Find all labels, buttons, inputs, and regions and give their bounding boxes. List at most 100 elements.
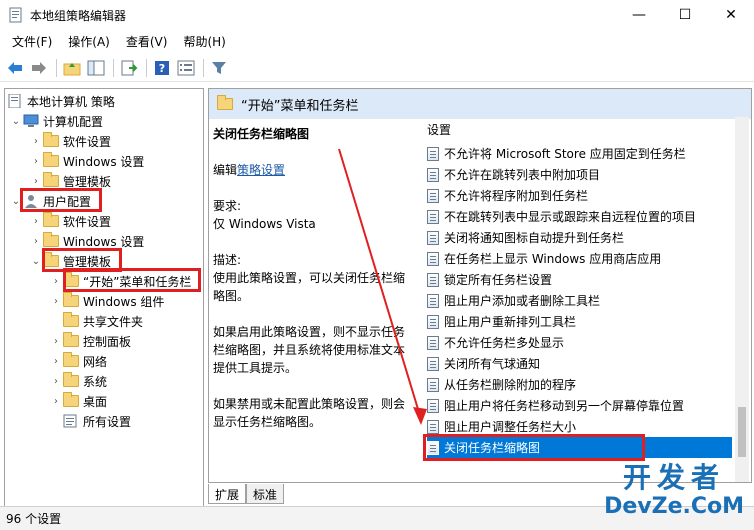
tree-label: 软件设置 bbox=[63, 214, 112, 229]
setting-row[interactable]: 锁定所有任务栏设置 bbox=[427, 269, 732, 290]
setting-label: 不允许任务栏多处显示 bbox=[444, 336, 565, 350]
menu-action[interactable]: 操作(A) bbox=[60, 33, 118, 50]
minimize-button[interactable]: — bbox=[616, 0, 662, 30]
requirements-value: 仅 Windows Vista bbox=[213, 217, 316, 231]
policy-icon bbox=[7, 93, 23, 109]
tree-item-uc-software[interactable]: › 软件设置 bbox=[29, 211, 111, 231]
tree-item-control-panel[interactable]: › 控制面板 bbox=[49, 331, 131, 351]
chevron-right-icon[interactable]: › bbox=[29, 231, 43, 251]
watermark-bottom: DevZe.CoM bbox=[604, 494, 744, 519]
scroll-thumb[interactable] bbox=[738, 407, 746, 457]
details-header: “开始”菜单和任务栏 bbox=[209, 89, 751, 119]
close-button[interactable]: ✕ bbox=[708, 0, 754, 30]
tree-label: 本地计算机 策略 bbox=[27, 94, 115, 109]
setting-row[interactable]: 阻止用户将任务栏移动到另一个屏幕停靠位置 bbox=[427, 395, 732, 416]
edit-policy-link[interactable]: 策略设置 bbox=[237, 163, 285, 177]
folder-icon bbox=[63, 352, 79, 368]
help-icon[interactable]: ? bbox=[151, 57, 173, 79]
menu-bar: 文件(F) 操作(A) 查看(V) 帮助(H) bbox=[0, 30, 754, 52]
back-arrow-icon[interactable] bbox=[4, 57, 26, 79]
computer-icon bbox=[23, 114, 39, 128]
tree-item-shared-folders[interactable]: 共享文件夹 bbox=[63, 311, 143, 331]
setting-label: 在任务栏上显示 Windows 应用商店应用 bbox=[444, 252, 662, 266]
chevron-right-icon[interactable]: › bbox=[49, 271, 63, 291]
folder-icon bbox=[63, 392, 79, 408]
requirements-label: 要求: bbox=[213, 199, 242, 213]
chevron-down-icon[interactable]: ⌄ bbox=[29, 251, 43, 271]
setting-row[interactable]: 阻止用户添加或者删除工具栏 bbox=[427, 290, 732, 311]
all-settings-icon bbox=[63, 414, 79, 428]
tree-item-network[interactable]: › 网络 bbox=[49, 351, 107, 371]
settings-column-header[interactable]: 设置 bbox=[427, 121, 451, 138]
export-list-icon[interactable] bbox=[118, 57, 140, 79]
setting-row[interactable]: 不允许任务栏多处显示 bbox=[427, 332, 732, 353]
settings-list[interactable]: 设置 不允许将 Microsoft Store 应用固定到任务栏 不允许在跳转列表… bbox=[419, 117, 749, 482]
tree-pane[interactable]: 本地计算机 策略 ⌄ 计算机配置 › 软件设置 › Windows 设置 › 管… bbox=[4, 88, 204, 508]
tree-item-cc-windows[interactable]: › Windows 设置 bbox=[29, 151, 144, 171]
menu-file[interactable]: 文件(F) bbox=[4, 33, 60, 50]
folder-up-icon[interactable] bbox=[61, 57, 83, 79]
show-hide-tree-icon[interactable] bbox=[85, 57, 107, 79]
status-count: 96 个设置 bbox=[6, 512, 62, 526]
setting-label: 不允许将程序附加到任务栏 bbox=[444, 189, 589, 203]
policy-editor-icon bbox=[8, 7, 24, 23]
maximize-button[interactable]: ☐ bbox=[662, 0, 708, 30]
chevron-right-icon[interactable]: › bbox=[29, 151, 43, 171]
setting-row[interactable]: 从任务栏删除附加的程序 bbox=[427, 374, 732, 395]
forward-arrow-icon[interactable] bbox=[28, 57, 50, 79]
folder-icon bbox=[63, 292, 79, 308]
setting-label: 从任务栏删除附加的程序 bbox=[444, 378, 577, 392]
tree-item-system[interactable]: › 系统 bbox=[49, 371, 107, 391]
tree-label: 网络 bbox=[83, 354, 108, 369]
chevron-right-icon[interactable]: › bbox=[49, 291, 63, 311]
chevron-right-icon[interactable]: › bbox=[49, 331, 63, 351]
policy-setting-icon bbox=[427, 398, 439, 413]
setting-row[interactable]: 关闭所有气球通知 bbox=[427, 353, 732, 374]
folder-icon bbox=[63, 312, 79, 328]
chevron-right-icon[interactable]: › bbox=[49, 371, 63, 391]
tree-item-windows-components[interactable]: › Windows 组件 bbox=[49, 291, 164, 311]
setting-row[interactable]: 关闭将通知图标自动提升到任务栏 bbox=[427, 227, 732, 248]
tree-label: Windows 设置 bbox=[63, 234, 145, 249]
chevron-down-icon[interactable]: ⌄ bbox=[9, 111, 23, 131]
tree-item-all-settings[interactable]: 所有设置 bbox=[63, 411, 131, 431]
chevron-right-icon[interactable]: › bbox=[29, 211, 43, 231]
chevron-right-icon[interactable]: › bbox=[29, 131, 43, 151]
policy-setting-icon bbox=[427, 209, 439, 224]
setting-row[interactable]: 在任务栏上显示 Windows 应用商店应用 bbox=[427, 248, 732, 269]
menu-view[interactable]: 查看(V) bbox=[118, 33, 176, 50]
folder-icon bbox=[217, 95, 233, 111]
details-pane: “开始”菜单和任务栏 关闭任务栏缩略图 编辑策略设置 要求: 仅 Windows… bbox=[208, 88, 752, 483]
folder-icon bbox=[43, 132, 59, 148]
policy-setting-icon bbox=[427, 167, 439, 182]
setting-row[interactable]: 不允许在跳转列表中附加项目 bbox=[427, 164, 732, 185]
folder-icon bbox=[43, 232, 59, 248]
properties-icon[interactable] bbox=[175, 57, 197, 79]
tab-standard[interactable]: 标准 bbox=[246, 484, 285, 504]
tree-item-desktop[interactable]: › 桌面 bbox=[49, 391, 107, 411]
watermark: 开发者 DevZe.CoM bbox=[604, 462, 744, 520]
setting-row[interactable]: 不在跳转列表中显示或跟踪来自远程位置的项目 bbox=[427, 206, 732, 227]
highlight-box-selected-setting bbox=[423, 434, 645, 461]
vertical-scrollbar[interactable] bbox=[735, 117, 749, 482]
title-bar: 本地组策略编辑器 — ☐ ✕ bbox=[0, 0, 754, 30]
setting-row[interactable]: 不允许将 Microsoft Store 应用固定到任务栏 bbox=[427, 143, 732, 164]
folder-icon bbox=[63, 372, 79, 388]
description-label: 描述: bbox=[213, 253, 242, 267]
setting-row[interactable]: 阻止用户重新排列工具栏 bbox=[427, 311, 732, 332]
tree-item-cc-software[interactable]: › 软件设置 bbox=[29, 131, 111, 151]
tree-item-root[interactable]: 本地计算机 策略 bbox=[7, 91, 115, 111]
edit-policy-line: 编辑策略设置 bbox=[213, 161, 413, 179]
filter-icon[interactable] bbox=[208, 57, 230, 79]
description-text-3: 如果禁用或未配置此策略设置，则会显示任务栏缩略图。 bbox=[213, 397, 406, 429]
tree-label: 桌面 bbox=[83, 394, 108, 409]
tree-label: 软件设置 bbox=[63, 134, 112, 149]
menu-help[interactable]: 帮助(H) bbox=[175, 33, 233, 50]
chevron-right-icon[interactable]: › bbox=[49, 351, 63, 371]
policy-setting-icon bbox=[427, 146, 439, 161]
tree-item-computer-config[interactable]: ⌄ 计算机配置 bbox=[9, 111, 103, 131]
policy-setting-icon bbox=[427, 314, 439, 329]
tab-extended[interactable]: 扩展 bbox=[208, 484, 247, 504]
setting-row[interactable]: 不允许将程序附加到任务栏 bbox=[427, 185, 732, 206]
chevron-right-icon[interactable]: › bbox=[49, 391, 63, 411]
